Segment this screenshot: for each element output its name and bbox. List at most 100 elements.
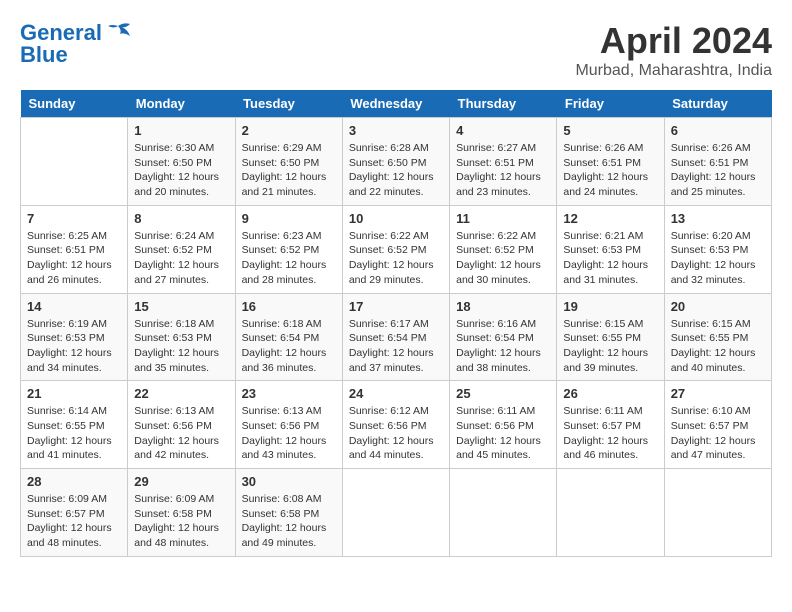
day-number: 28 [27, 474, 121, 489]
calendar-cell: 2Sunrise: 6:29 AM Sunset: 6:50 PM Daylig… [235, 118, 342, 206]
day-info: Sunrise: 6:20 AM Sunset: 6:53 PM Dayligh… [671, 229, 765, 288]
calendar-cell: 17 Sunrise: 6:17 AM Sunset: 6:54 PM Dayli… [342, 293, 449, 381]
calendar-cell: 3 Sunrise: 6:28 AM Sunset: 6:50 PM Daylig… [342, 118, 449, 206]
week-row-3: 14 Sunrise: 6:19 AM Sunset: 6:53 PM Dayli… [21, 293, 772, 381]
calendar-cell: 18 Sunrise: 6:16 AM Sunset: 6:54 PM Dayli… [450, 293, 557, 381]
day-info: Sunrise: 6:08 AM Sunset: 6:58 PM Dayligh… [242, 492, 336, 551]
calendar-cell: 14 Sunrise: 6:19 AM Sunset: 6:53 PM Dayli… [21, 293, 128, 381]
day-info: Sunrise: 6:19 AM Sunset: 6:53 PM Dayligh… [27, 317, 121, 376]
header-friday: Friday [557, 90, 664, 118]
day-info: Sunrise: 6:17 AM Sunset: 6:54 PM Dayligh… [349, 317, 443, 376]
calendar-cell: 10 Sunrise: 6:22 AM Sunset: 6:52 PM Dayli… [342, 205, 449, 293]
day-number: 30 [242, 474, 336, 489]
day-info: Sunrise: 6:09 AM Sunset: 6:57 PM Dayligh… [27, 492, 121, 551]
day-info: Sunrise: 6:18 AM Sunset: 6:53 PM Dayligh… [134, 317, 228, 376]
day-number: 11 [456, 211, 550, 226]
calendar-cell: 24 Sunrise: 6:12 AM Sunset: 6:56 PM Dayli… [342, 381, 449, 469]
logo: General Blue [20, 20, 132, 68]
day-number: 19 [563, 299, 657, 314]
calendar-cell: 13Sunrise: 6:20 AM Sunset: 6:53 PM Dayli… [664, 205, 771, 293]
calendar-cell: 23 Sunrise: 6:13 AM Sunset: 6:56 PM Dayli… [235, 381, 342, 469]
day-number: 20 [671, 299, 765, 314]
day-number: 1 [134, 123, 228, 138]
day-info: Sunrise: 6:26 AM Sunset: 6:51 PM Dayligh… [563, 141, 657, 200]
week-row-1: 1 Sunrise: 6:30 AM Sunset: 6:50 PM Daylig… [21, 118, 772, 206]
header-row: SundayMondayTuesdayWednesdayThursdayFrid… [21, 90, 772, 118]
calendar-cell: 12Sunrise: 6:21 AM Sunset: 6:53 PM Dayli… [557, 205, 664, 293]
day-info: Sunrise: 6:23 AM Sunset: 6:52 PM Dayligh… [242, 229, 336, 288]
day-info: Sunrise: 6:15 AM Sunset: 6:55 PM Dayligh… [671, 317, 765, 376]
calendar-cell: 4 Sunrise: 6:27 AM Sunset: 6:51 PM Daylig… [450, 118, 557, 206]
day-info: Sunrise: 6:30 AM Sunset: 6:50 PM Dayligh… [134, 141, 228, 200]
day-number: 6 [671, 123, 765, 138]
calendar-cell: 30 Sunrise: 6:08 AM Sunset: 6:58 PM Dayli… [235, 469, 342, 557]
day-number: 24 [349, 386, 443, 401]
calendar-cell: 7 Sunrise: 6:25 AM Sunset: 6:51 PM Daylig… [21, 205, 128, 293]
day-info: Sunrise: 6:10 AM Sunset: 6:57 PM Dayligh… [671, 404, 765, 463]
day-number: 18 [456, 299, 550, 314]
calendar-cell: 8 Sunrise: 6:24 AM Sunset: 6:52 PM Daylig… [128, 205, 235, 293]
calendar-cell: 1 Sunrise: 6:30 AM Sunset: 6:50 PM Daylig… [128, 118, 235, 206]
day-number: 25 [456, 386, 550, 401]
calendar-cell: 11 Sunrise: 6:22 AM Sunset: 6:52 PM Dayli… [450, 205, 557, 293]
calendar-cell: 6 Sunrise: 6:26 AM Sunset: 6:51 PM Daylig… [664, 118, 771, 206]
day-number: 9 [242, 211, 336, 226]
day-number: 15 [134, 299, 228, 314]
day-info: Sunrise: 6:15 AM Sunset: 6:55 PM Dayligh… [563, 317, 657, 376]
day-info: Sunrise: 6:29 AM Sunset: 6:50 PM Dayligh… [242, 141, 336, 200]
day-info: Sunrise: 6:27 AM Sunset: 6:51 PM Dayligh… [456, 141, 550, 200]
calendar-cell: 29 Sunrise: 6:09 AM Sunset: 6:58 PM Dayli… [128, 469, 235, 557]
calendar-cell: 16 Sunrise: 6:18 AM Sunset: 6:54 PM Dayli… [235, 293, 342, 381]
day-info: Sunrise: 6:22 AM Sunset: 6:52 PM Dayligh… [456, 229, 550, 288]
location-title: Murbad, Maharashtra, India [575, 62, 772, 80]
day-number: 8 [134, 211, 228, 226]
calendar-cell [557, 469, 664, 557]
calendar-cell: 25 Sunrise: 6:11 AM Sunset: 6:56 PM Dayli… [450, 381, 557, 469]
header-tuesday: Tuesday [235, 90, 342, 118]
day-info: Sunrise: 6:11 AM Sunset: 6:56 PM Dayligh… [456, 404, 550, 463]
day-number: 17 [349, 299, 443, 314]
day-info: Sunrise: 6:18 AM Sunset: 6:54 PM Dayligh… [242, 317, 336, 376]
logo-bird-icon [104, 22, 132, 44]
logo-subtext: Blue [20, 42, 68, 68]
calendar-cell: 28 Sunrise: 6:09 AM Sunset: 6:57 PM Dayli… [21, 469, 128, 557]
calendar-cell: 20 Sunrise: 6:15 AM Sunset: 6:55 PM Dayli… [664, 293, 771, 381]
day-number: 21 [27, 386, 121, 401]
day-number: 27 [671, 386, 765, 401]
calendar-cell [21, 118, 128, 206]
day-number: 23 [242, 386, 336, 401]
day-number: 14 [27, 299, 121, 314]
day-info: Sunrise: 6:26 AM Sunset: 6:51 PM Dayligh… [671, 141, 765, 200]
day-number: 7 [27, 211, 121, 226]
day-number: 29 [134, 474, 228, 489]
calendar-cell: 9 Sunrise: 6:23 AM Sunset: 6:52 PM Daylig… [235, 205, 342, 293]
calendar-cell [450, 469, 557, 557]
calendar-cell: 5 Sunrise: 6:26 AM Sunset: 6:51 PM Daylig… [557, 118, 664, 206]
day-number: 4 [456, 123, 550, 138]
day-info: Sunrise: 6:16 AM Sunset: 6:54 PM Dayligh… [456, 317, 550, 376]
calendar-cell [664, 469, 771, 557]
calendar-cell: 15 Sunrise: 6:18 AM Sunset: 6:53 PM Dayli… [128, 293, 235, 381]
calendar-cell: 19 Sunrise: 6:15 AM Sunset: 6:55 PM Dayli… [557, 293, 664, 381]
calendar-cell: 26Sunrise: 6:11 AM Sunset: 6:57 PM Dayli… [557, 381, 664, 469]
day-number: 16 [242, 299, 336, 314]
day-info: Sunrise: 6:25 AM Sunset: 6:51 PM Dayligh… [27, 229, 121, 288]
week-row-5: 28 Sunrise: 6:09 AM Sunset: 6:57 PM Dayli… [21, 469, 772, 557]
day-info: Sunrise: 6:12 AM Sunset: 6:56 PM Dayligh… [349, 404, 443, 463]
header-thursday: Thursday [450, 90, 557, 118]
day-info: Sunrise: 6:09 AM Sunset: 6:58 PM Dayligh… [134, 492, 228, 551]
calendar-cell: 21Sunrise: 6:14 AM Sunset: 6:55 PM Dayli… [21, 381, 128, 469]
calendar-cell [342, 469, 449, 557]
day-info: Sunrise: 6:28 AM Sunset: 6:50 PM Dayligh… [349, 141, 443, 200]
day-number: 3 [349, 123, 443, 138]
day-number: 26 [563, 386, 657, 401]
header-monday: Monday [128, 90, 235, 118]
day-info: Sunrise: 6:13 AM Sunset: 6:56 PM Dayligh… [242, 404, 336, 463]
day-info: Sunrise: 6:24 AM Sunset: 6:52 PM Dayligh… [134, 229, 228, 288]
day-number: 5 [563, 123, 657, 138]
calendar-cell: 22Sunrise: 6:13 AM Sunset: 6:56 PM Dayli… [128, 381, 235, 469]
day-info: Sunrise: 6:21 AM Sunset: 6:53 PM Dayligh… [563, 229, 657, 288]
day-number: 10 [349, 211, 443, 226]
header-sunday: Sunday [21, 90, 128, 118]
day-info: Sunrise: 6:22 AM Sunset: 6:52 PM Dayligh… [349, 229, 443, 288]
